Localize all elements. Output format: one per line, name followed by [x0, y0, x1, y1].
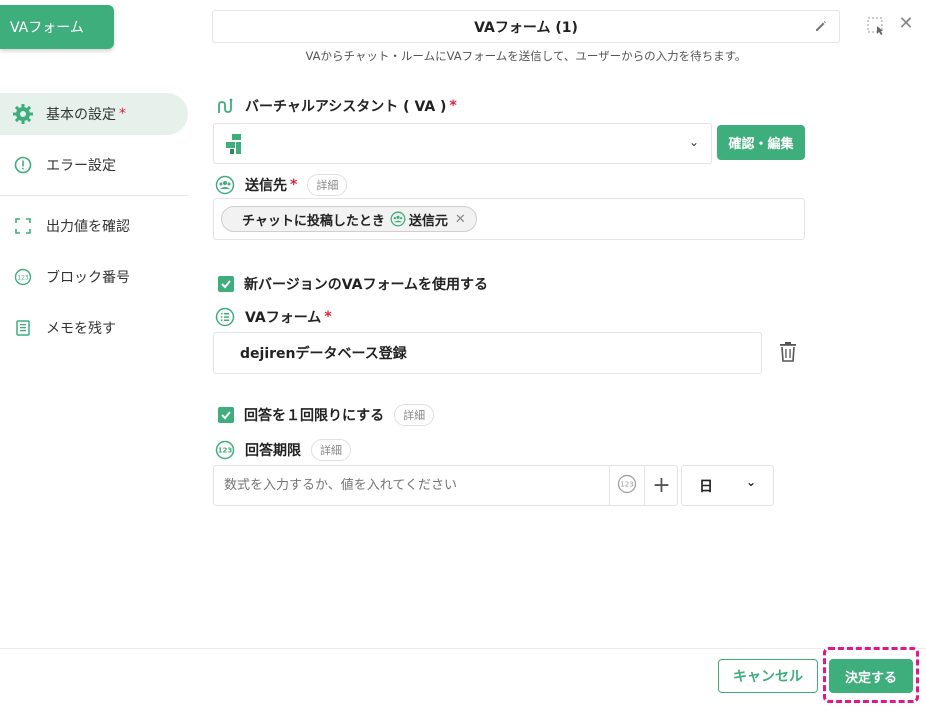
sidebar-item-label: メモを残す	[46, 321, 116, 337]
svg-text:123: 123	[17, 275, 29, 282]
svg-text:123: 123	[218, 447, 233, 455]
new-version-checkbox-row[interactable]: 新バージョンのVAフォームを使用する	[218, 274, 488, 294]
destination-field-label: 送信先 * 詳細	[215, 174, 348, 196]
chip-remove-icon[interactable]: ✕	[455, 212, 466, 227]
sidebar-item-label: 基本の設定	[46, 107, 116, 123]
va-select[interactable]: ⌄	[213, 123, 712, 164]
once-checkbox[interactable]	[218, 407, 234, 423]
block-title: VAフォーム (1)	[474, 19, 578, 36]
sidebar-item-label: エラー設定	[46, 158, 116, 174]
memo-icon	[12, 317, 34, 339]
number-variable-button[interactable]: 123	[609, 466, 644, 505]
required-mark: *	[290, 177, 298, 193]
sidebar-item-label: 出力値を確認	[46, 219, 130, 235]
footer-divider	[0, 648, 926, 649]
sidebar-item-error-settings[interactable]: エラー設定	[0, 144, 188, 186]
pencil-icon[interactable]	[813, 18, 829, 34]
cancel-button[interactable]: キャンセル	[718, 659, 818, 693]
sidebar-item-block-number[interactable]: 123 ブロック番号	[0, 256, 188, 298]
deadline-input-group: 123 +	[213, 465, 678, 506]
number-123-icon: 123	[617, 474, 637, 498]
select-area-icon[interactable]	[866, 16, 886, 36]
deadline-field-label: 123 回答期限 詳細	[215, 439, 351, 461]
destination-chip[interactable]: チャットに投稿したとき 送信元 ✕	[221, 206, 477, 232]
sidebar-item-basic-settings[interactable]: 基本の設定 *	[0, 93, 188, 135]
once-detail-badge[interactable]: 詳細	[394, 404, 435, 426]
va-field-label: バーチャルアシスタント ( VA ) *	[215, 96, 457, 116]
va-form-input[interactable]: dejirenデータベース登録	[213, 332, 762, 374]
block-description: VAからチャット・ルームにVAフォームを送信して、ユーザーからの入力を待ちます。	[305, 49, 747, 63]
new-version-checkbox[interactable]	[218, 276, 234, 292]
group-icon	[215, 175, 235, 195]
add-icon[interactable]: +	[644, 466, 678, 505]
sidebar-item-output-values[interactable]: 出力値を確認	[0, 205, 188, 247]
destination-field[interactable]: チャットに投稿したとき 送信元 ✕	[213, 198, 805, 240]
alert-circle-icon	[12, 154, 34, 176]
number-123-icon: 123	[215, 440, 235, 460]
va-avatar-icon	[224, 133, 246, 159]
chip-text: チャットに投稿したとき	[242, 213, 385, 229]
block-type-tag: VAフォーム	[0, 5, 114, 49]
chevron-down-icon: ⌄	[689, 135, 700, 149]
required-mark: *	[449, 98, 457, 114]
sidebar-item-memo[interactable]: メモを残す	[0, 307, 188, 349]
destination-detail-badge[interactable]: 詳細	[307, 174, 348, 196]
group-icon	[390, 211, 406, 227]
required-mark: *	[324, 309, 332, 325]
list-icon	[215, 307, 235, 327]
block-title-field[interactable]: VAフォーム (1)	[212, 10, 840, 43]
number-123-icon: 123	[12, 266, 34, 288]
va-edit-button[interactable]: 確認・編集	[717, 125, 805, 160]
required-mark: *	[119, 106, 126, 122]
confirm-button[interactable]: 決定する	[829, 659, 913, 693]
deadline-unit-select[interactable]: 日 ⌄	[681, 465, 774, 506]
assistant-icon	[215, 96, 235, 116]
close-icon[interactable]: ✕	[898, 13, 914, 34]
chevron-down-icon: ⌄	[746, 475, 757, 489]
trash-icon[interactable]	[778, 341, 798, 367]
sidebar-divider	[0, 195, 188, 196]
deadline-detail-badge[interactable]: 詳細	[311, 439, 351, 461]
svg-text:123: 123	[620, 480, 633, 488]
va-form-field-label: VAフォーム *	[215, 307, 332, 327]
sidebar-item-label: ブロック番号	[46, 270, 130, 286]
gear-icon	[12, 103, 34, 125]
brackets-icon	[12, 215, 34, 237]
chip-tag: 送信元	[408, 213, 448, 229]
once-checkbox-row[interactable]: 回答を１回限りにする 詳細	[218, 404, 435, 426]
deadline-formula-input[interactable]	[214, 466, 609, 505]
